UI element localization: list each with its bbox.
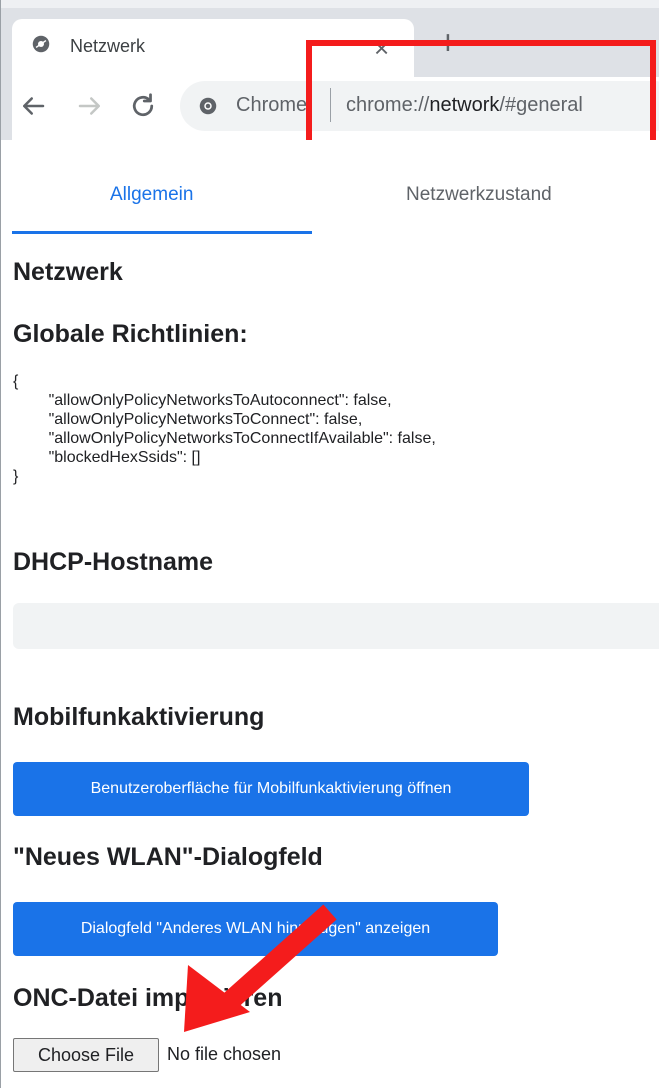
tab-netzwerkzustand[interactable]: Netzwerkzustand	[406, 184, 552, 206]
dhcp-hostname-heading: DHCP-Hostname	[13, 548, 214, 576]
file-status-text: No file chosen	[167, 1044, 282, 1064]
window-left-border	[0, 0, 1, 1088]
reload-icon[interactable]	[128, 91, 158, 121]
browser-window: Netzwerk × + Chrome chrome://network/#ge…	[0, 0, 659, 1088]
chrome-icon	[199, 97, 217, 115]
mobile-activation-heading: Mobilfunkaktivierung	[13, 703, 265, 731]
window-top-border	[0, 0, 659, 8]
arrow-left-icon[interactable]	[18, 91, 48, 121]
arrow-right-icon[interactable]	[75, 91, 105, 121]
new-wlan-dialog-heading: "Neues WLAN"-Dialogfeld	[13, 843, 323, 871]
settings-gear-icon	[32, 35, 50, 53]
active-tab-indicator	[12, 231, 312, 234]
dhcp-hostname-field	[13, 603, 659, 649]
choose-file-button[interactable]: Choose File	[13, 1038, 159, 1072]
onc-import-heading: ONC-Datei importieren	[13, 984, 283, 1012]
show-add-wlan-dialog-button[interactable]: Dialogfeld "Anderes WLAN hinzufügen" anz…	[13, 902, 498, 956]
global-policies-json: { "allowOnlyPolicyNetworksToAutoconnect"…	[13, 373, 436, 485]
page-title: Netzwerk	[13, 258, 123, 286]
tab-allgemein[interactable]: Allgemein	[110, 184, 193, 206]
open-mobile-activation-button[interactable]: Benutzeroberfläche für Mobilfunkaktivier…	[13, 762, 529, 816]
site-label: Chrome	[236, 94, 308, 116]
url-highlight-box	[306, 40, 656, 152]
global-policies-heading: Globale Richtlinien:	[13, 320, 248, 348]
tab-title: Netzwerk	[70, 36, 146, 56]
